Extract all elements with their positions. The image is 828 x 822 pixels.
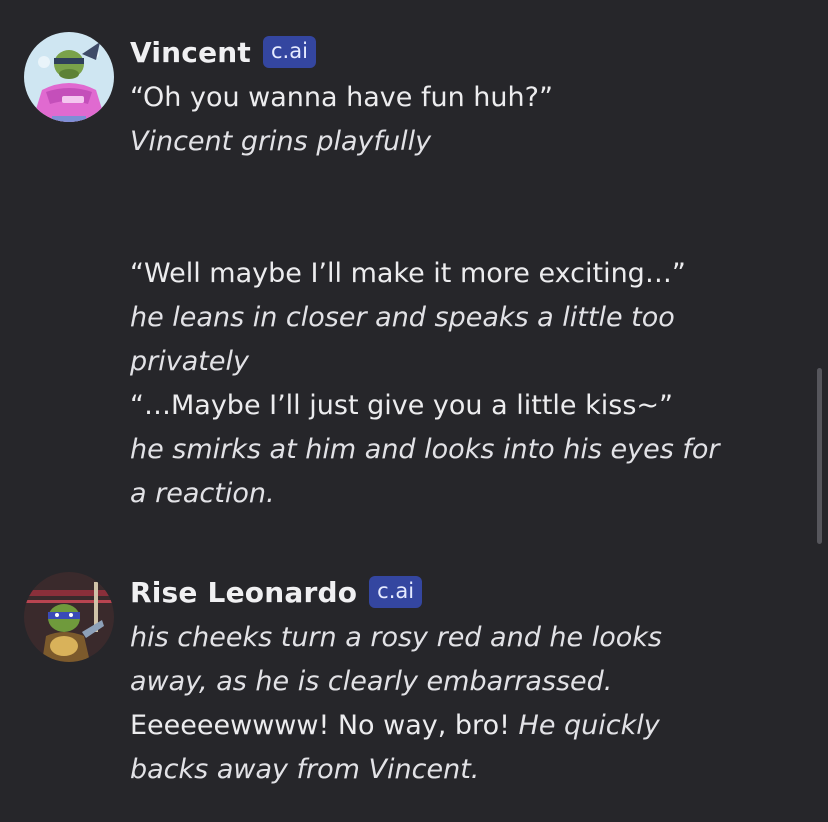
avatar-rise-leonardo[interactable]	[24, 572, 114, 662]
message-line: he smirks at him and looks into his eyes…	[130, 434, 720, 465]
turtle-avatar-icon	[24, 32, 114, 122]
message-line: Eeeeeewwww! No way, bro! He quickly	[130, 704, 788, 748]
avatar-vincent[interactable]	[24, 32, 114, 122]
message-line: privately	[130, 346, 249, 377]
message-text: Eeeeeewwww! No way, bro!	[130, 710, 510, 741]
message-line: he leans in closer and speaks a little t…	[130, 302, 675, 333]
character-name[interactable]: Rise Leonardo	[130, 576, 357, 609]
message-line: “…Maybe I’ll just give you a little kiss…	[130, 390, 674, 421]
message-header: Vincent c.ai	[130, 32, 788, 72]
message-line: “Well maybe I’ll make it more exciting…”	[130, 258, 686, 289]
message-line: his cheeks turn a rosy red and he looks	[130, 622, 662, 653]
character-name[interactable]: Vincent	[130, 36, 251, 69]
message-line: away, as he is clearly embarrassed.	[130, 666, 613, 697]
turtle-avatar-icon	[24, 572, 114, 662]
scrollbar[interactable]	[817, 368, 822, 544]
message-line: “Oh you wanna have fun huh?”	[130, 82, 553, 113]
cai-badge: c.ai	[263, 36, 316, 68]
message-line: Vincent grins playfully	[130, 126, 432, 157]
message-text-italic: He quickly	[518, 710, 660, 741]
message-header: Rise Leonardo c.ai	[130, 572, 788, 612]
message-content: Rise Leonardo c.ai his cheeks turn a ros…	[130, 572, 788, 792]
cai-badge: c.ai	[369, 576, 423, 608]
message-line: a reaction.	[130, 478, 275, 509]
message-content: Vincent c.ai “Oh you wanna have fun huh?…	[130, 32, 788, 516]
message-line: backs away from Vincent.	[130, 754, 480, 785]
